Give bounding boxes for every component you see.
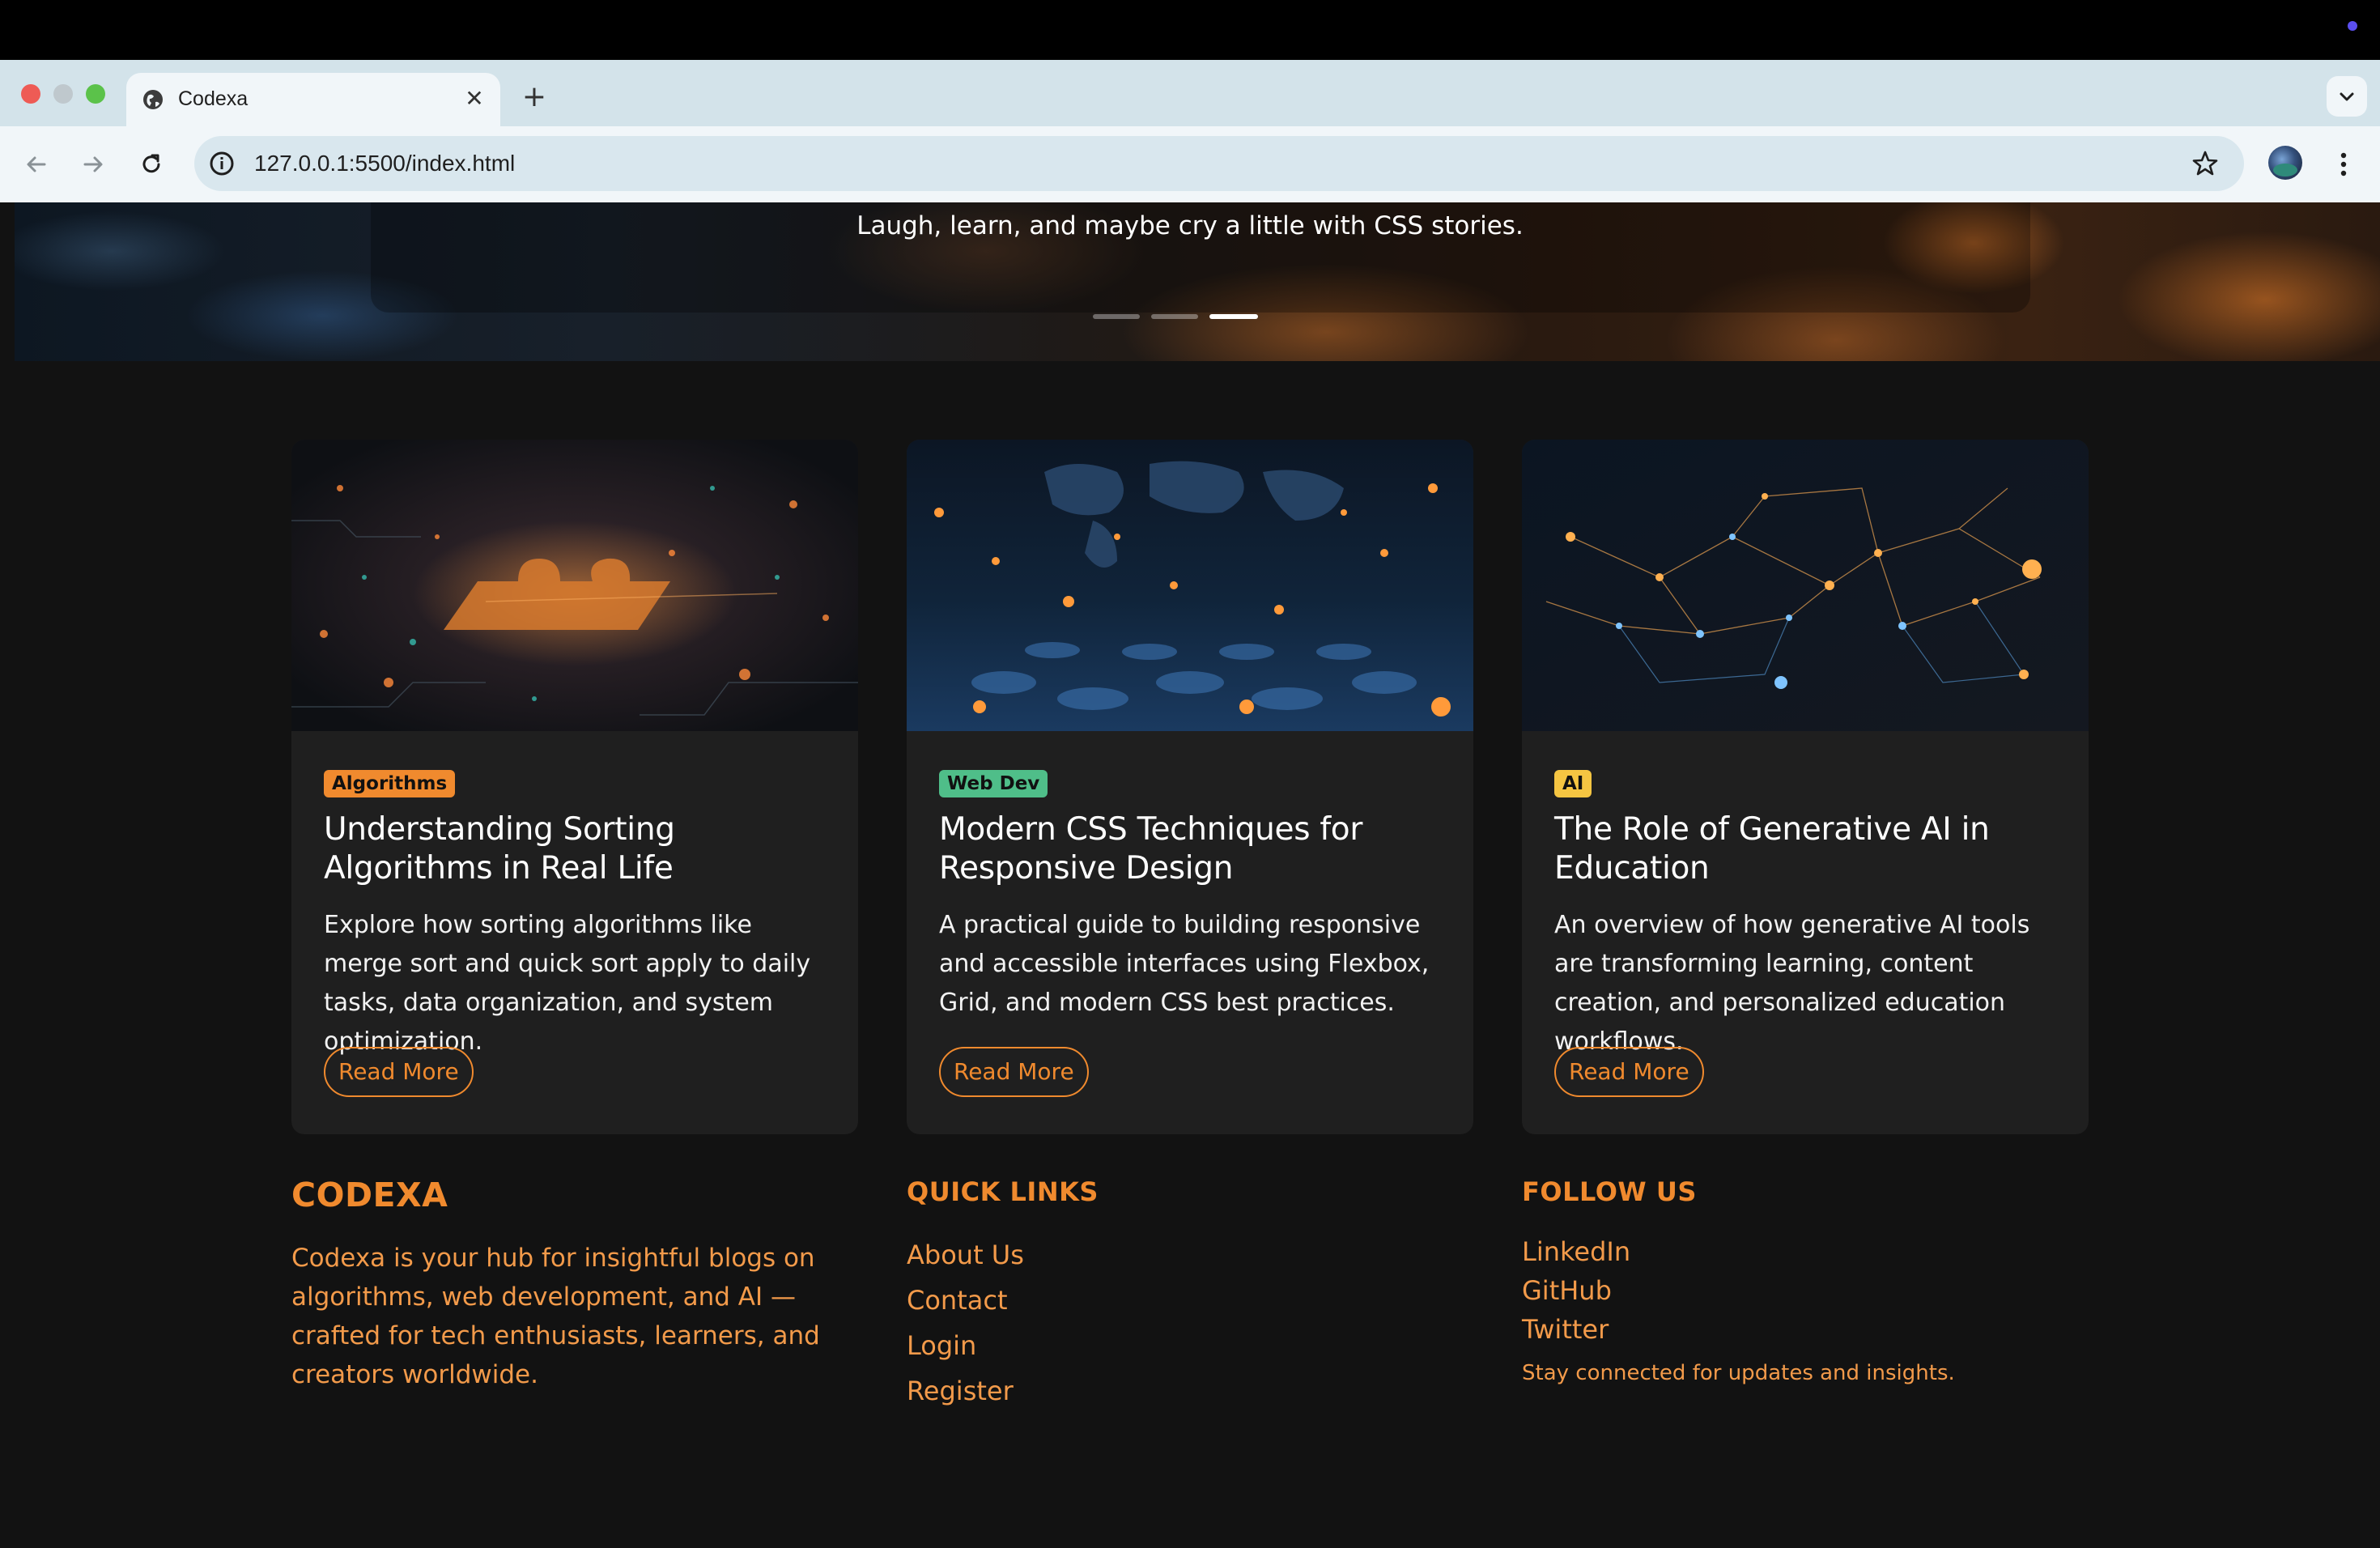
carousel-indicator-3-active[interactable] <box>1209 314 1258 319</box>
read-more-button[interactable]: Read More <box>324 1047 474 1097</box>
quick-links-heading: QUICK LINKS <box>907 1176 1099 1207</box>
chevron-down-icon <box>2340 92 2354 101</box>
hero-tagline: Laugh, learn, and maybe cry a little wit… <box>856 211 1524 240</box>
link-register[interactable]: Register <box>907 1368 1473 1414</box>
back-button[interactable] <box>16 144 57 185</box>
link-contact[interactable]: Contact <box>907 1278 1473 1323</box>
browser-tab[interactable]: Codexa ✕ <box>126 73 500 126</box>
carousel-indicators <box>1093 314 1287 322</box>
arrow-right-icon <box>83 156 103 172</box>
category-badge: Algorithms <box>324 770 456 797</box>
link-twitter[interactable]: Twitter <box>1522 1310 2089 1349</box>
reload-button[interactable] <box>131 144 172 185</box>
address-bar[interactable]: 127.0.0.1:5500/index.html <box>194 136 2244 191</box>
footer-brand: CODEXA <box>291 1176 448 1214</box>
status-indicator-icon <box>2348 21 2357 31</box>
tab-strip: Codexa ✕ + <box>0 60 2380 126</box>
read-more-button[interactable]: Read More <box>1554 1047 1704 1097</box>
follow-us-heading: FOLLOW US <box>1522 1176 1697 1207</box>
close-window-button[interactable] <box>21 84 40 104</box>
link-github[interactable]: GitHub <box>1522 1271 2089 1310</box>
neural-network-image <box>1522 440 2089 731</box>
tab-search-button[interactable] <box>2327 76 2367 117</box>
page-viewport: Laugh, learn, and maybe cry a little wit… <box>0 202 2380 1548</box>
link-linkedin[interactable]: LinkedIn <box>1522 1232 2089 1271</box>
follow-note: Stay connected for updates and insights. <box>1522 1361 1955 1385</box>
minimize-window-button[interactable] <box>53 84 73 104</box>
more-menu-icon[interactable] <box>2331 144 2356 185</box>
category-badge: AI <box>1554 770 1592 797</box>
puzzle-circuit-image <box>291 440 858 731</box>
footer-quick-links: QUICK LINKS About Us Contact Login Regis… <box>907 1174 1473 1414</box>
card-title: Modern CSS Techniques for Responsive Des… <box>939 811 1363 887</box>
carousel-indicator-1[interactable] <box>1093 314 1140 319</box>
bookmark-star-icon[interactable] <box>2189 147 2221 180</box>
new-tab-plus-icon[interactable]: + <box>518 81 550 113</box>
card-description: An overview of how generative AI tools a… <box>1554 911 2030 1056</box>
card-body: AI The Role of Generative AI in Educatio… <box>1554 770 2064 1061</box>
category-badge: Web Dev <box>939 770 1048 797</box>
link-login[interactable]: Login <box>907 1323 1473 1368</box>
browser-chrome: Codexa ✕ + 127.0.0.1:5500/index.html <box>0 60 2380 202</box>
read-more-button[interactable]: Read More <box>939 1047 1089 1097</box>
footer-brand-description: Codexa is your hub for insightful blogs … <box>291 1244 820 1389</box>
reload-icon <box>142 154 160 173</box>
info-icon[interactable] <box>206 147 238 180</box>
globe-icon <box>143 90 163 109</box>
card-title: Understanding Sorting Algorithms in Real… <box>324 811 675 887</box>
card-body: Web Dev Modern CSS Techniques for Respon… <box>939 770 1449 1023</box>
link-about-us[interactable]: About Us <box>907 1232 1473 1278</box>
maximize-window-button[interactable] <box>86 84 105 104</box>
system-top-bar <box>0 0 2380 60</box>
footer-brand-section: CODEXA Codexa is your hub for insightful… <box>291 1174 858 1394</box>
browser-toolbar: 127.0.0.1:5500/index.html <box>0 126 2380 202</box>
card-description: Explore how sorting algorithms like merg… <box>324 911 811 1056</box>
quick-links-list: About Us Contact Login Register <box>907 1232 1473 1414</box>
url-text[interactable]: 127.0.0.1:5500/index.html <box>254 149 515 178</box>
social-links-list: LinkedIn GitHub Twitter <box>1522 1232 2089 1349</box>
forward-button[interactable] <box>73 144 113 185</box>
footer-follow-us: FOLLOW US LinkedIn GitHub Twitter Stay c… <box>1522 1174 2089 1388</box>
blog-card: Algorithms Understanding Sorting Algorit… <box>291 440 858 1134</box>
blog-card: Web Dev Modern CSS Techniques for Respon… <box>907 440 1473 1134</box>
card-body: Algorithms Understanding Sorting Algorit… <box>324 770 834 1061</box>
profile-avatar[interactable] <box>2268 146 2302 180</box>
carousel-indicator-2[interactable] <box>1151 314 1198 319</box>
card-description: A practical guide to building responsive… <box>939 911 1430 1017</box>
blog-card: AI The Role of Generative AI in Educatio… <box>1522 440 2089 1134</box>
close-tab-icon[interactable]: ✕ <box>460 84 489 113</box>
arrow-left-icon <box>27 156 46 172</box>
card-title: The Role of Generative AI in Education <box>1554 811 1990 887</box>
world-map-network-image <box>907 440 1473 731</box>
tab-title: Codexa <box>178 87 249 110</box>
